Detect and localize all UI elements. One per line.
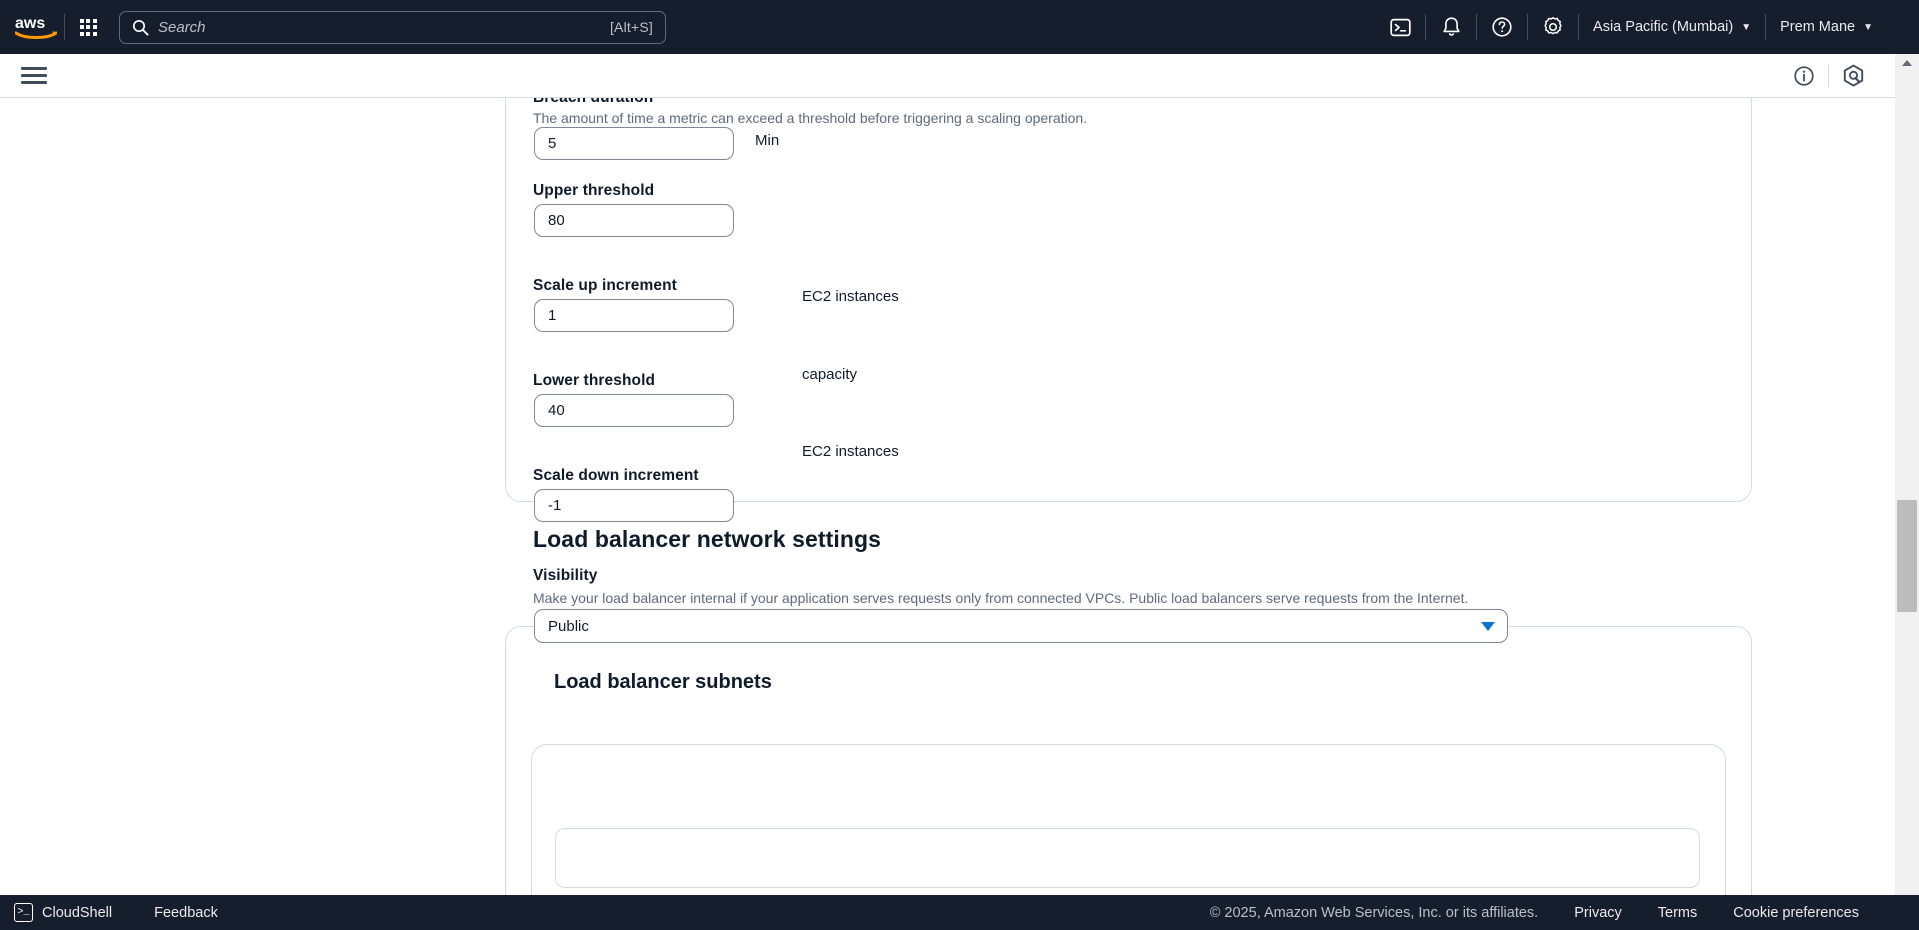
chevron-down-icon <box>1481 621 1495 631</box>
breach-duration-input[interactable]: 5 <box>534 127 734 160</box>
chevron-up-icon <box>1902 60 1912 66</box>
region-label: Asia Pacific (Mumbai) <box>1593 19 1734 35</box>
breach-duration-description: The amount of time a metric can exceed a… <box>533 110 1088 126</box>
scale-up-increment-label: Scale up increment <box>533 277 677 294</box>
chevron-down-icon: ▼ <box>1741 21 1752 33</box>
settings-gear-icon[interactable] <box>1528 0 1578 54</box>
aws-logo[interactable]: aws <box>8 0 64 54</box>
hamburger-menu-icon[interactable] <box>21 63 47 89</box>
scale-down-increment-value: -1 <box>548 497 562 514</box>
lower-threshold-value: 40 <box>548 402 565 419</box>
console-hexagon-icon[interactable] <box>1829 54 1877 98</box>
help-question-icon[interactable] <box>1477 0 1527 54</box>
lower-threshold-label: Lower threshold <box>533 372 656 389</box>
search-shortcut-hint: [Alt+S] <box>609 19 653 35</box>
account-menu[interactable]: Prem Mane ▼ <box>1766 0 1887 54</box>
scale-down-increment-input[interactable]: -1 <box>534 489 734 522</box>
info-circle-icon[interactable] <box>1780 54 1828 98</box>
notifications-bell-icon[interactable] <box>1426 0 1476 54</box>
terms-link[interactable]: Terms <box>1658 905 1697 921</box>
search-icon <box>132 19 149 36</box>
privacy-link[interactable]: Privacy <box>1574 905 1622 921</box>
copyright-text: © 2025, Amazon Web Services, Inc. or its… <box>1209 904 1539 921</box>
search-bar[interactable]: [Alt+S] <box>119 10 666 44</box>
scrollbar-up-arrow[interactable] <box>1895 54 1919 72</box>
main-content-scroll-area: Breach duration The amount of time a met… <box>0 98 1895 930</box>
scrollbar-thumb[interactable] <box>1897 500 1917 612</box>
cloudshell-icon[interactable]: >_ <box>14 903 33 922</box>
scale-down-increment-label: Scale down increment <box>533 467 699 484</box>
load-balancer-network-settings-title: Load balancer network settings <box>533 526 882 552</box>
breach-duration-label: Breach duration <box>533 98 1087 107</box>
visibility-selected-value: Public <box>548 617 589 635</box>
scale-up-increment-value: 1 <box>548 307 557 324</box>
apps-grid-icon[interactable] <box>65 0 111 54</box>
visibility-select[interactable]: Public <box>534 609 1508 643</box>
scale-up-increment-unit: EC2 instances <box>802 288 899 305</box>
lower-threshold-input[interactable]: 40 <box>534 394 734 427</box>
upper-threshold-input[interactable]: 80 <box>534 204 734 237</box>
field-breach-duration: Breach duration The amount of time a met… <box>533 98 1087 126</box>
svg-text:aws: aws <box>15 15 45 32</box>
cloudshell-link[interactable]: CloudShell <box>42 905 112 921</box>
scale-down-increment-unit: EC2 instances <box>802 443 899 460</box>
upper-threshold-value: 80 <box>548 212 565 229</box>
footer-left-group: >_ CloudShell Feedback <box>14 903 218 922</box>
feedback-link[interactable]: Feedback <box>154 905 218 921</box>
footer-bar: >_ CloudShell Feedback © 2025, Amazon We… <box>0 895 1919 930</box>
upper-threshold-label: Upper threshold <box>533 182 655 199</box>
lower-threshold-unit: capacity <box>802 366 858 383</box>
visibility-description: Make your load balancer internal if your… <box>533 590 1469 606</box>
subnets-field-placeholder[interactable] <box>555 828 1700 888</box>
cookie-preferences-link[interactable]: Cookie preferences <box>1733 905 1859 921</box>
load-balancer-subnets-title: Load balancer subnets <box>554 671 772 693</box>
cloudshell-icon[interactable] <box>1375 0 1425 54</box>
sub-header-bar <box>0 54 1895 98</box>
search-input[interactable] <box>158 18 610 36</box>
breach-duration-unit: Min <box>755 132 780 149</box>
account-label: Prem Mane <box>1780 19 1856 35</box>
footer-right-group: © 2025, Amazon Web Services, Inc. or its… <box>1210 905 1859 921</box>
chevron-down-icon: ▼ <box>1863 21 1873 33</box>
top-navigation-bar: aws [Alt+S] <box>0 0 1919 54</box>
scale-up-increment-input[interactable]: 1 <box>534 299 734 332</box>
region-selector[interactable]: Asia Pacific (Mumbai) ▼ <box>1579 0 1765 54</box>
breach-duration-value: 5 <box>548 135 557 152</box>
visibility-label: Visibility <box>533 567 598 584</box>
vertical-scrollbar[interactable] <box>1895 54 1919 930</box>
